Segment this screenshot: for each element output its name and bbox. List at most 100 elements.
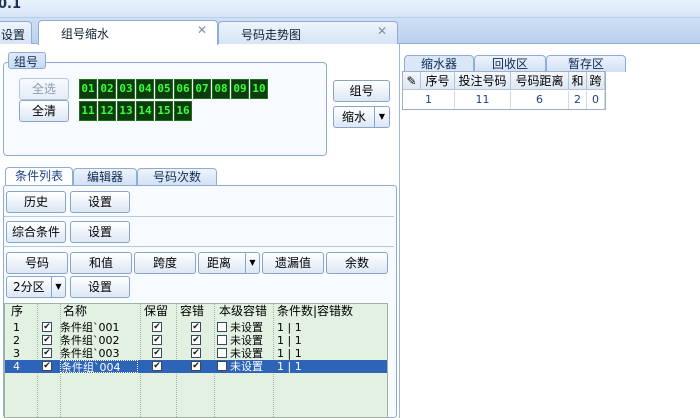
tab-number-trend[interactable]: 号码走势图 ✕ bbox=[218, 21, 398, 45]
row-keep-checkbox[interactable]: ✔ bbox=[152, 335, 162, 345]
number-cell[interactable]: 06 bbox=[174, 79, 192, 99]
row-tolerance-checkbox[interactable]: ✔ bbox=[191, 361, 201, 371]
condition-grid: 序 名称 保留 容错 本级容错 条件数|容错数 1✔条件组`001✔✔✔未设置1… bbox=[4, 303, 388, 418]
table-row[interactable]: 2✔条件组`002✔✔✔未设置1 | 1 bbox=[5, 334, 387, 347]
remainder-button[interactable]: 余数 bbox=[326, 252, 388, 274]
grid-header-counts[interactable]: 条件数|容错数 bbox=[277, 304, 353, 319]
table-row[interactable]: 4✔条件组`004✔✔✔未设置1 | 1 bbox=[5, 360, 387, 373]
sum-button[interactable]: 和值 bbox=[70, 252, 132, 274]
row-tolerance-checkbox[interactable]: ✔ bbox=[191, 335, 201, 345]
select-all-button[interactable]: 全选 bbox=[19, 78, 69, 100]
divider bbox=[4, 246, 394, 247]
tab-settings-label: 设置 bbox=[1, 28, 26, 42]
composite-condition-button[interactable]: 综合条件 bbox=[6, 221, 66, 243]
row-level-checkbox[interactable]: ✔ bbox=[217, 322, 227, 332]
group-button[interactable]: 组号 bbox=[333, 80, 390, 102]
row-seq: 3 bbox=[13, 347, 20, 360]
number-cell[interactable]: 03 bbox=[117, 79, 135, 99]
number-cell[interactable]: 04 bbox=[136, 79, 154, 99]
number-cell[interactable]: 12 bbox=[98, 101, 116, 121]
zone-select[interactable]: 2分区 ▼ bbox=[6, 276, 66, 298]
tab-editor[interactable]: 编辑器 bbox=[73, 168, 137, 186]
grid-header-name[interactable]: 名称 bbox=[63, 304, 87, 319]
row-seq: 2 bbox=[13, 334, 20, 347]
result-header-sum[interactable]: 和 bbox=[569, 72, 587, 90]
row-enable-checkbox[interactable]: ✔ bbox=[42, 361, 52, 371]
table-row[interactable]: 3✔条件组`003✔✔✔未设置1 | 1 bbox=[5, 347, 387, 360]
clear-all-button[interactable]: 全清 bbox=[19, 100, 69, 122]
result-header-distance[interactable]: 号码距离 bbox=[511, 72, 569, 90]
tab-shrinker[interactable]: 缩水器 bbox=[404, 55, 474, 72]
shrink-button[interactable]: 缩水 ▼ bbox=[333, 106, 390, 128]
row-counts: 1 | 1 bbox=[277, 334, 302, 347]
span-button[interactable]: 跨度 bbox=[134, 252, 196, 274]
row-level-status: 未设置 bbox=[230, 347, 263, 360]
distance-button[interactable]: 距离 ▼ bbox=[198, 252, 260, 274]
row-keep-checkbox[interactable]: ✔ bbox=[152, 361, 162, 371]
row-level-checkbox[interactable]: ✔ bbox=[217, 335, 227, 345]
close-icon[interactable]: ✕ bbox=[197, 23, 207, 37]
grid-header-keep[interactable]: 保留 bbox=[144, 304, 168, 319]
distance-button-label: 距离 bbox=[207, 256, 232, 270]
row-keep-checkbox[interactable]: ✔ bbox=[152, 322, 162, 332]
number-cell[interactable]: 09 bbox=[231, 79, 249, 99]
row-seq: 4 bbox=[13, 360, 20, 373]
divider bbox=[4, 216, 394, 217]
result-cell[interactable]: 2 bbox=[569, 91, 587, 109]
number-cell[interactable]: 10 bbox=[250, 79, 268, 99]
row-tolerance-checkbox[interactable]: ✔ bbox=[191, 322, 201, 332]
zone-settings-button[interactable]: 设置 bbox=[70, 276, 130, 298]
chevron-down-icon[interactable]: ▼ bbox=[51, 277, 65, 297]
tab-group-shrink[interactable]: 组号缩水 ✕ bbox=[38, 20, 218, 45]
tab-condition-list[interactable]: 条件列表 bbox=[5, 167, 73, 185]
grid-header-seq[interactable]: 序 bbox=[11, 304, 23, 319]
tab-number-count[interactable]: 号码次数 bbox=[137, 168, 217, 186]
table-row[interactable]: 1✔条件组`001✔✔✔未设置1 | 1 bbox=[5, 321, 387, 334]
result-cell[interactable]: 6 bbox=[511, 91, 569, 109]
result-cell[interactable]: 11 bbox=[455, 91, 511, 109]
tab-recycle[interactable]: 回收区 bbox=[474, 55, 546, 72]
close-icon[interactable]: ✕ bbox=[377, 24, 387, 38]
row-level-status: 未设置 bbox=[230, 360, 263, 373]
row-tolerance-checkbox[interactable]: ✔ bbox=[191, 348, 201, 358]
tab-settings[interactable]: 设置 bbox=[0, 21, 32, 45]
zone-select-label: 2分区 bbox=[13, 280, 45, 294]
number-cell[interactable]: 01 bbox=[79, 79, 97, 99]
result-cell[interactable]: 0 bbox=[587, 91, 605, 109]
tab-group-shrink-label: 组号缩水 bbox=[61, 27, 110, 41]
edit-icon[interactable]: ✎ bbox=[403, 72, 421, 90]
row-level-status: 未设置 bbox=[230, 321, 263, 334]
number-cell[interactable]: 11 bbox=[79, 101, 97, 121]
tab-staging[interactable]: 暂存区 bbox=[546, 55, 626, 72]
row-enable-checkbox[interactable]: ✔ bbox=[42, 335, 52, 345]
result-header-span[interactable]: 跨 bbox=[587, 72, 605, 90]
number-cell[interactable]: 13 bbox=[117, 101, 135, 121]
number-cell[interactable]: 07 bbox=[193, 79, 211, 99]
number-button[interactable]: 号码 bbox=[6, 252, 68, 274]
result-header-bet[interactable]: 投注号码 bbox=[455, 72, 511, 90]
number-cell[interactable]: 08 bbox=[212, 79, 230, 99]
number-cell[interactable]: 02 bbox=[98, 79, 116, 99]
history-settings-button[interactable]: 设置 bbox=[70, 191, 130, 213]
omission-button[interactable]: 遗漏值 bbox=[262, 252, 324, 274]
row-enable-checkbox[interactable]: ✔ bbox=[42, 322, 52, 332]
number-cell[interactable]: 05 bbox=[155, 79, 173, 99]
chevron-down-icon[interactable]: ▼ bbox=[245, 253, 259, 273]
chevron-down-icon[interactable]: ▼ bbox=[374, 107, 389, 127]
number-cell[interactable]: 16 bbox=[174, 101, 192, 121]
history-button[interactable]: 历史 bbox=[6, 191, 66, 213]
row-level-checkbox[interactable]: ✔ bbox=[217, 348, 227, 358]
grid-header-level-tolerance[interactable]: 本级容错 bbox=[219, 304, 267, 319]
result-cell[interactable]: 1 bbox=[403, 91, 455, 109]
composite-settings-button[interactable]: 设置 bbox=[70, 221, 130, 243]
result-table: ✎ 序号 投注号码 号码距离 和 跨 1 11 6 2 0 bbox=[402, 71, 606, 110]
number-cell[interactable]: 15 bbox=[155, 101, 173, 121]
grid-header-tolerance[interactable]: 容错 bbox=[180, 304, 204, 319]
result-header-seq[interactable]: 序号 bbox=[421, 72, 455, 90]
row-level-checkbox[interactable]: ✔ bbox=[217, 361, 227, 371]
row-enable-checkbox[interactable]: ✔ bbox=[42, 348, 52, 358]
row-keep-checkbox[interactable]: ✔ bbox=[152, 348, 162, 358]
number-cell[interactable]: 14 bbox=[136, 101, 154, 121]
row-seq: 1 bbox=[13, 321, 20, 334]
row-name: 条件组`004 bbox=[60, 360, 138, 373]
